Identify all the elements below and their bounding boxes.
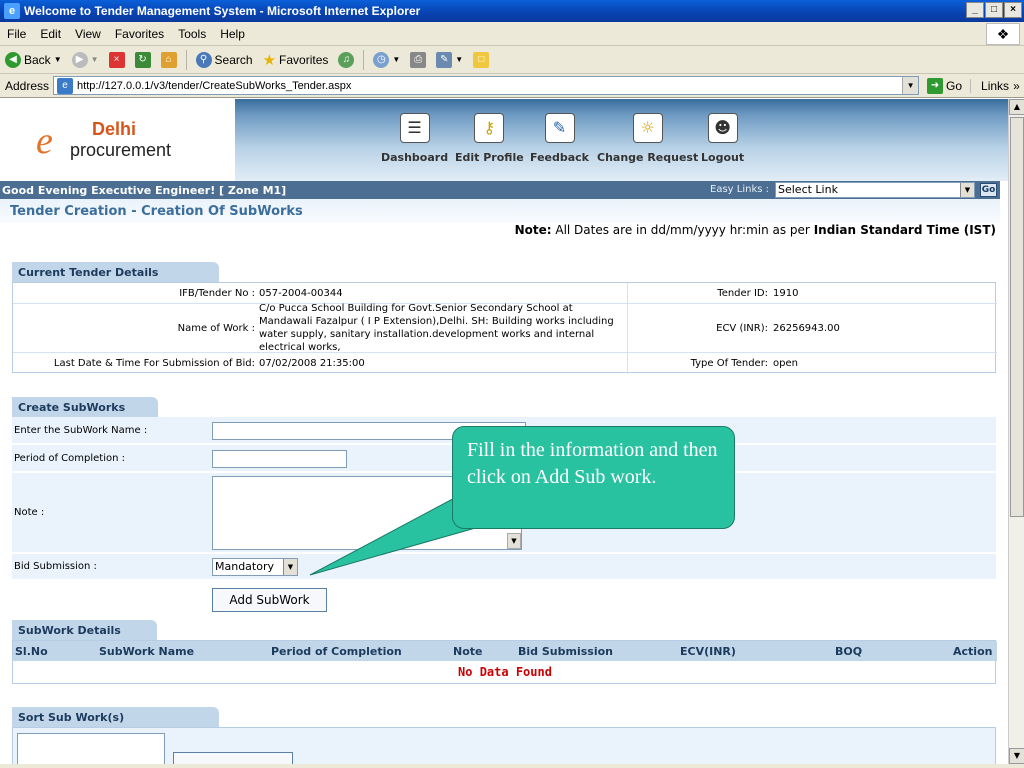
search-icon: ⚲ — [195, 51, 212, 68]
media-button[interactable]: ♫ — [333, 51, 359, 68]
window-titlebar: e Welcome to Tender Management System - … — [0, 0, 1024, 22]
instruction-callout: Fill in the information and then click o… — [452, 426, 735, 529]
back-label: Back — [24, 52, 51, 67]
window-title: Welcome to Tender Management System - Mi… — [24, 4, 421, 18]
menu-favorites[interactable]: Favorites — [108, 27, 171, 41]
page-viewport: e Delhi procurement ☰ Dashboard ⚷ Edit P… — [0, 99, 1008, 764]
star-icon: ★ — [262, 51, 277, 69]
menu-bar: File Edit View Favorites Tools Help ❖ — [0, 22, 1024, 46]
restore-icon[interactable]: □ — [985, 2, 1003, 18]
close-button[interactable]: × — [1004, 2, 1022, 18]
print-button[interactable]: ⎙ — [405, 51, 431, 68]
menu-file[interactable]: File — [0, 27, 33, 41]
history-button[interactable]: ◷ ▼ — [368, 51, 405, 68]
history-icon: ◷ — [373, 51, 390, 68]
media-icon: ♫ — [338, 51, 355, 68]
go-label: Go — [946, 78, 963, 93]
stop-icon: × — [108, 51, 125, 68]
address-dropdown-icon[interactable]: ▼ — [902, 77, 919, 94]
page-scrollbar[interactable]: ▲ ▼ — [1008, 99, 1024, 764]
windows-logo-icon: ❖ — [986, 23, 1020, 45]
links-chevron-icon[interactable]: » — [1009, 79, 1020, 93]
go-arrow-icon: ➜ — [927, 77, 944, 94]
links-label[interactable]: Links — [970, 78, 1009, 93]
minimize-button[interactable]: _ — [966, 2, 984, 18]
menu-edit[interactable]: Edit — [33, 27, 68, 41]
edit-button[interactable]: ✎ ▼ — [431, 51, 468, 68]
back-arrow-icon: ◀ — [5, 51, 21, 68]
home-icon: ⌂ — [160, 51, 177, 68]
folder-button[interactable]: □ — [468, 51, 494, 68]
toolbar-separator — [185, 49, 187, 70]
address-url: http://127.0.0.1/v3/tender/CreateSubWork… — [77, 79, 352, 92]
history-dropdown-icon[interactable]: ▼ — [392, 55, 400, 64]
folder-icon: □ — [473, 51, 490, 68]
refresh-icon: ↻ — [134, 51, 151, 68]
favorites-button[interactable]: ★ Favorites — [258, 51, 334, 69]
back-button[interactable]: ◀ Back ▼ — [0, 51, 67, 68]
menu-view[interactable]: View — [68, 27, 108, 41]
ie-icon: e — [4, 3, 20, 19]
toolbar-separator — [363, 49, 365, 70]
search-button[interactable]: ⚲ Search — [191, 51, 258, 68]
refresh-button[interactable]: ↻ — [130, 51, 156, 68]
browser-toolbar: ◀ Back ▼ ▶ ▼ × ↻ ⌂ ⚲ Search ★ Favorites … — [0, 46, 1024, 74]
stop-button[interactable]: × — [104, 51, 130, 68]
edit-page-icon: ✎ — [436, 51, 453, 68]
scroll-down-icon[interactable]: ▼ — [1009, 748, 1024, 764]
address-label: Address — [5, 78, 50, 93]
edit-dropdown-icon[interactable]: ▼ — [455, 55, 463, 64]
scroll-thumb[interactable] — [1010, 117, 1024, 517]
go-button[interactable]: ➜ Go — [919, 77, 970, 94]
forward-arrow-icon: ▶ — [71, 51, 88, 68]
menu-help[interactable]: Help — [213, 27, 252, 41]
forward-dropdown-icon[interactable]: ▼ — [91, 55, 99, 64]
page-icon: e — [57, 77, 74, 94]
scroll-up-icon[interactable]: ▲ — [1009, 99, 1024, 115]
address-bar: Address e http://127.0.0.1/v3/tender/Cre… — [0, 74, 1024, 98]
forward-button[interactable]: ▶ ▼ — [67, 51, 104, 68]
search-label: Search — [214, 52, 253, 67]
print-icon: ⎙ — [410, 51, 427, 68]
home-button[interactable]: ⌂ — [156, 51, 182, 68]
favorites-label: Favorites — [279, 52, 329, 67]
back-dropdown-icon[interactable]: ▼ — [54, 55, 62, 64]
menu-tools[interactable]: Tools — [171, 27, 213, 41]
address-input[interactable]: e http://127.0.0.1/v3/tender/CreateSubWo… — [53, 76, 920, 95]
status-bar — [0, 764, 1024, 768]
